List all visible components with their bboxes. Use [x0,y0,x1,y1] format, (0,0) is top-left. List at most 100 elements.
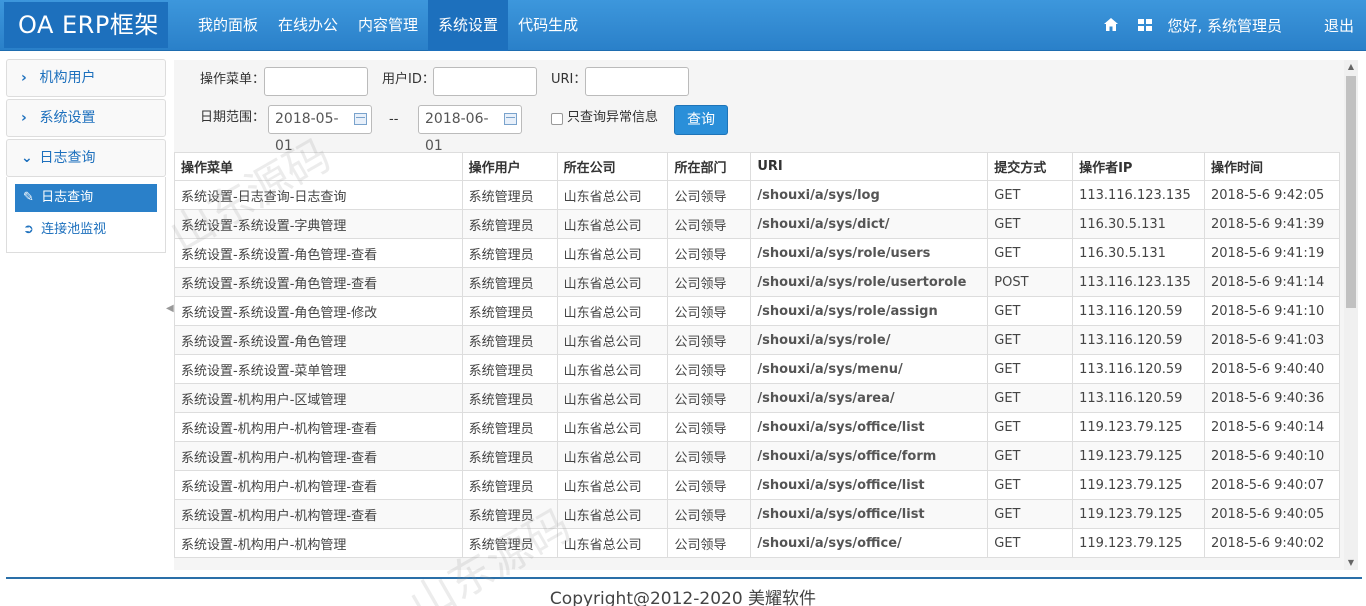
cell-company: 山东省总公司 [556,354,669,384]
cell-user: 系统管理员 [461,238,558,268]
table-row[interactable]: 系统设置-机构用户-机构管理-查看 系统管理员 山东省总公司 公司领导/shouxi/… [174,441,1340,471]
calendar-icon[interactable] [354,113,367,125]
logout-link[interactable]: 退出 [1324,15,1354,36]
table-row[interactable]: 系统设置-系统设置-字典管理 系统管理员 山东省总公司 公司领导/shouxi/a/s… [174,209,1340,239]
cell-method: GET [987,180,1074,210]
column-header-ip[interactable]: 操作者IP [1072,152,1205,181]
date-to-input[interactable]: 2018-06-01 [418,105,522,154]
table-row[interactable]: 系统设置-系统设置-角色管理 系统管理员 山东省总公司 公司领导/shouxi/a/s… [174,325,1340,355]
cell-ip: 119.123.79.125 [1072,441,1205,471]
column-header-company[interactable]: 所在公司 [556,152,669,181]
user-greeting[interactable]: 您好, 系统管理员 [1167,15,1282,36]
sidebar-submenu: ✎ 日志查询 ➲ 连接池监视 [6,177,166,253]
cell-time: 2018-5-6 9:41:03 [1204,325,1340,355]
menu-filter-label: 操作菜单： [200,72,266,87]
top-navbar: OA ERP框架 我的面板 在线办公 内容管理 系统设置 代码生成 您好, 系统… [0,0,1366,51]
sidebar-item-label: 连接池监视 [41,222,107,237]
home-icon[interactable] [1099,17,1123,35]
column-header-user[interactable]: 操作用户 [461,152,558,181]
content-scrollbar[interactable]: ▲ ▼ [1344,60,1358,570]
nav-item-settings[interactable]: 系统设置 [428,0,509,51]
table-row[interactable]: 系统设置-机构用户-机构管理 系统管理员 山东省总公司 公司领导/shouxi/a/s… [174,528,1340,558]
cell-menu: 系统设置-机构用户-机构管理-查看 [174,441,463,471]
cell-time: 2018-5-6 9:42:05 [1204,180,1340,210]
userid-filter-input[interactable] [433,67,537,96]
table-row[interactable]: 系统设置-系统设置-角色管理-查看 系统管理员 山东省总公司 公司领导/shouxi/… [174,267,1340,297]
date-separator: -- [389,112,399,127]
cell-menu: 系统设置-机构用户-机构管理-查看 [174,499,463,529]
exception-only-checkbox[interactable] [551,113,563,125]
cell-uri: /shouxi/a/sys/role/assign [750,296,989,326]
cell-time: 2018-5-6 9:41:39 [1204,209,1340,239]
grid-icon[interactable] [1133,17,1157,35]
cell-time: 2018-5-6 9:40:07 [1204,470,1340,500]
cell-department: 公司领导 [667,499,752,529]
table-row[interactable]: 系统设置-系统设置-菜单管理 系统管理员 山东省总公司 公司领导/shouxi/a/s… [174,354,1340,384]
cell-menu: 系统设置-机构用户-区域管理 [174,383,463,413]
scroll-thumb[interactable] [1346,76,1356,308]
column-header-department[interactable]: 所在部门 [667,152,752,181]
query-button[interactable]: 查询 [674,105,728,135]
cell-department: 公司领导 [667,180,752,210]
sidebar-item-log-query[interactable]: ✎ 日志查询 [15,184,157,212]
cell-company: 山东省总公司 [556,209,669,239]
scroll-up-arrow-icon[interactable]: ▲ [1344,60,1358,74]
menu-filter-input[interactable] [264,67,368,96]
cell-uri: /shouxi/a/sys/office/list [750,499,989,529]
cell-uri: /shouxi/a/sys/menu/ [750,354,989,384]
cell-method: GET [987,441,1074,471]
table-row[interactable]: 系统设置-机构用户-机构管理-查看 系统管理员 山东省总公司 公司领导/shouxi/… [174,470,1340,500]
calendar-icon[interactable] [504,113,517,125]
cell-department: 公司领导 [667,296,752,326]
nav-item-dashboard[interactable]: 我的面板 [188,0,268,51]
cell-user: 系统管理员 [461,267,558,297]
sidebar-collapse-handle[interactable]: ◀ [166,303,174,314]
cell-menu: 系统设置-系统设置-角色管理-查看 [174,238,463,268]
table-body: 系统设置-日志查询-日志查询 系统管理员 山东省总公司 公司领导/shouxi/a/s… [174,180,1340,558]
pencil-icon: ✎ [23,190,34,205]
cell-method: GET [987,209,1074,239]
cell-method: GET [987,296,1074,326]
cell-method: GET [987,499,1074,529]
cell-ip: 119.123.79.125 [1072,499,1205,529]
nav-item-content[interactable]: 内容管理 [348,0,428,51]
cell-time: 2018-5-6 9:41:19 [1204,238,1340,268]
app-brand[interactable]: OA ERP框架 [4,2,168,48]
cell-method: GET [987,238,1074,268]
table-row[interactable]: 系统设置-系统设置-角色管理-查看 系统管理员 山东省总公司 公司领导/shouxi/… [174,238,1340,268]
cell-ip: 116.30.5.131 [1072,209,1205,239]
cell-ip: 119.123.79.125 [1072,470,1205,500]
cell-department: 公司领导 [667,267,752,297]
cell-method: GET [987,470,1074,500]
scroll-down-arrow-icon[interactable]: ▼ [1344,556,1358,570]
uri-filter-input[interactable] [585,67,689,96]
column-header-method[interactable]: 提交方式 [987,152,1074,181]
nav-item-office[interactable]: 在线办公 [268,0,348,51]
nav-item-codegen[interactable]: 代码生成 [508,0,588,51]
sidebar-group-label: 系统设置 [39,110,96,126]
column-header-menu[interactable]: 操作菜单 [174,152,463,181]
chevron-right-icon: › [21,70,27,86]
column-header-time[interactable]: 操作时间 [1204,152,1340,181]
cell-menu: 系统设置-系统设置-角色管理-查看 [174,267,463,297]
sidebar-group-org-users[interactable]: › 机构用户 [6,59,166,97]
sidebar: › 机构用户 › 系统设置 ⌄ 日志查询 ✎ 日志查询 ➲ 连接池监视 [6,59,166,253]
cell-menu: 系统设置-机构用户-机构管理-查看 [174,412,463,442]
cell-user: 系统管理员 [461,296,558,326]
sidebar-item-pool-monitor[interactable]: ➲ 连接池监视 [15,216,157,244]
column-header-uri[interactable]: URI [750,152,989,181]
table-row[interactable]: 系统设置-机构用户-区域管理 系统管理员 山东省总公司 公司领导/shouxi/a/s… [174,383,1340,413]
filter-form: 操作菜单： 用户ID： URI： 日期范围： 2018-05-01 -- 201… [174,60,1340,154]
table-row[interactable]: 系统设置-系统设置-角色管理-修改 系统管理员 山东省总公司 公司领导/shouxi/… [174,296,1340,326]
chevron-down-icon: ⌄ [21,150,33,166]
date-from-input[interactable]: 2018-05-01 [268,105,372,154]
cell-uri: /shouxi/a/sys/area/ [750,383,989,413]
cell-company: 山东省总公司 [556,499,669,529]
cell-company: 山东省总公司 [556,180,669,210]
table-row[interactable]: 系统设置-机构用户-机构管理-查看 系统管理员 山东省总公司 公司领导/shouxi/… [174,499,1340,529]
table-row[interactable]: 系统设置-机构用户-机构管理-查看 系统管理员 山东省总公司 公司领导/shouxi/… [174,412,1340,442]
cell-department: 公司领导 [667,354,752,384]
sidebar-group-log-query[interactable]: ⌄ 日志查询 [6,139,166,177]
table-row[interactable]: 系统设置-日志查询-日志查询 系统管理员 山东省总公司 公司领导/shouxi/a/s… [174,180,1340,210]
sidebar-group-system-settings[interactable]: › 系统设置 [6,99,166,137]
